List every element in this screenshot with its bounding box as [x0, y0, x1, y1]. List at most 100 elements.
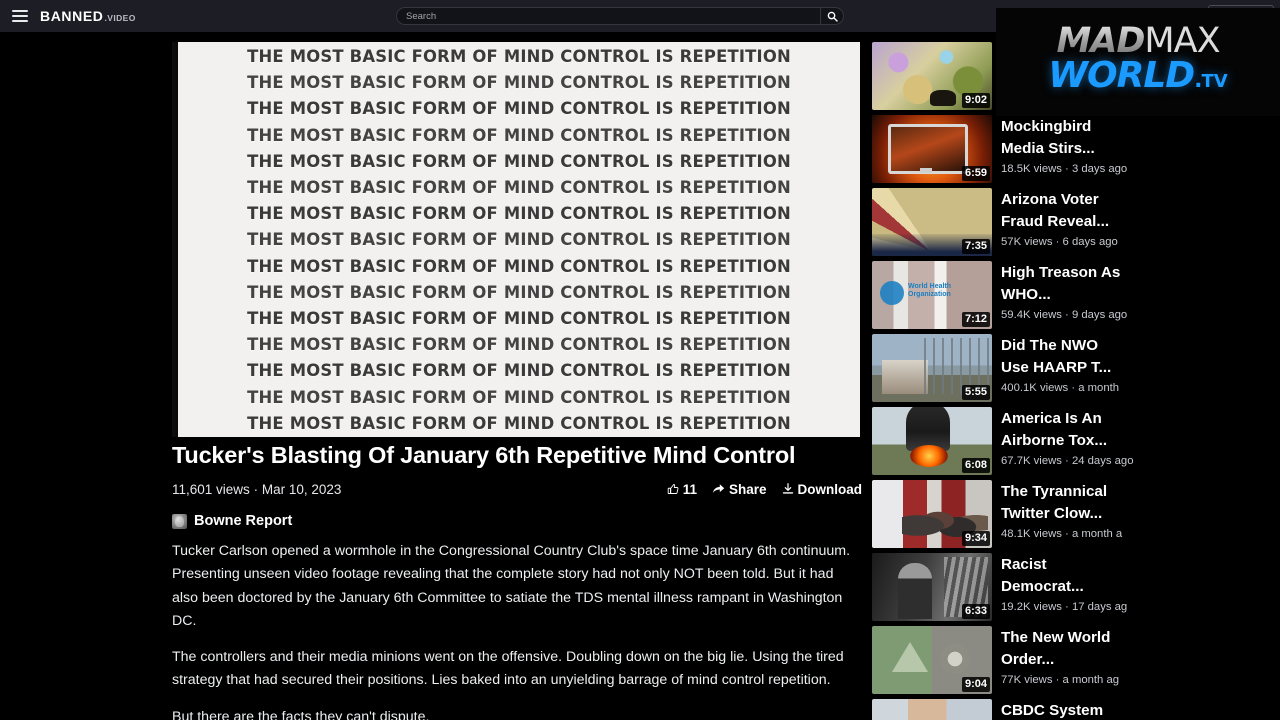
- video-title-link[interactable]: Did The NWO Use HAARP T...: [1001, 335, 1121, 378]
- madmax-world-ad-overlay[interactable]: MADMAX WORLD.TV: [996, 8, 1280, 116]
- video-title: Tucker's Blasting Of January 6th Repetit…: [172, 442, 796, 468]
- list-item[interactable]: 7:35 Arizona Voter Fraud Reveal... 57K vie…: [872, 186, 1280, 259]
- video-thumbnail[interactable]: 9:34: [872, 480, 992, 548]
- meta-separator: ·: [253, 481, 259, 497]
- thumbs-up-icon: [667, 484, 679, 494]
- video-thumbnail[interactable]: 7:35: [872, 188, 992, 256]
- video-thumbnail[interactable]: 7:12: [872, 261, 992, 329]
- video-thumbnail[interactable]: 6:33: [872, 553, 992, 621]
- video-duration: 9:04: [961, 677, 990, 692]
- video-title-link[interactable]: High Treason As WHO...: [1001, 262, 1121, 305]
- video-meta-line: 77K views · a month ag: [1001, 674, 1120, 686]
- video-title-link[interactable]: The New World Order...: [1001, 627, 1121, 670]
- hamburger-menu-icon[interactable]: [12, 10, 28, 22]
- ad-logo-world: WORLD: [1048, 55, 1195, 96]
- video-text-line: THE MOST BASIC FORM OF MIND CONTROL IS R…: [247, 282, 791, 302]
- list-item[interactable]: 9:04 The New World Order... 77K views · a …: [872, 624, 1280, 697]
- video-duration: 9:02: [961, 93, 990, 108]
- video-text-line: THE MOST BASIC FORM OF MIND CONTROL IS R…: [247, 125, 791, 145]
- ad-logo-line-1: MADMAX: [1056, 23, 1220, 59]
- video-text-line: THE MOST BASIC FORM OF MIND CONTROL IS R…: [247, 230, 791, 250]
- video-text-line: THE MOST BASIC FORM OF MIND CONTROL IS R…: [247, 99, 791, 119]
- description-paragraph: Tucker Carlson opened a wormhole in the …: [172, 543, 851, 629]
- video-text-line: THE MOST BASIC FORM OF MIND CONTROL IS R…: [247, 151, 791, 171]
- channel-name: Bowne Report: [194, 513, 293, 529]
- video-thumbnail[interactable]: 9:04: [872, 626, 992, 694]
- video-text-line: THE MOST BASIC FORM OF MIND CONTROL IS R…: [247, 361, 791, 381]
- video-text-line: THE MOST BASIC FORM OF MIND CONTROL IS R…: [247, 204, 791, 224]
- video-player[interactable]: THE MOST BASIC FORM OF MIND CONTROL IS R…: [172, 42, 860, 437]
- video-title-link[interactable]: Mockingbird Media Stirs...: [1001, 116, 1121, 159]
- ad-logo-tv: TV: [1201, 71, 1228, 92]
- list-item[interactable]: 6:33 Racist Democrat... 19.2K views · 17 d…: [872, 551, 1280, 624]
- search-button[interactable]: [820, 7, 844, 25]
- video-duration: 6:59: [961, 166, 990, 181]
- video-meta-line: 400.1K views · a month: [1001, 382, 1120, 394]
- video-text-line: THE MOST BASIC FORM OF MIND CONTROL IS R…: [247, 387, 791, 407]
- video-description: Tucker Carlson opened a wormhole in the …: [172, 540, 862, 720]
- download-icon: [782, 483, 793, 494]
- video-thumbnail[interactable]: 6:08: [872, 407, 992, 475]
- list-item-text: The Tyrannical Twitter Clow... 48.1K view…: [1001, 480, 1280, 551]
- video-duration: 5:55: [961, 385, 990, 400]
- list-item[interactable]: CBDC System: [872, 697, 1280, 720]
- site-logo[interactable]: BANNED .VIDEO: [40, 8, 136, 24]
- download-button[interactable]: Download: [782, 481, 863, 497]
- video-text-line: THE MOST BASIC FORM OF MIND CONTROL IS R…: [247, 178, 791, 198]
- list-item[interactable]: 5:55 Did The NWO Use HAARP T... 400.1K vie…: [872, 332, 1280, 405]
- video-thumbnail[interactable]: 5:55: [872, 334, 992, 402]
- video-views-and-date: 11,601 views · Mar 10, 2023: [172, 482, 341, 497]
- video-meta-line: 19.2K views · 17 days ag: [1001, 601, 1128, 613]
- video-stats-row: 11,601 views · Mar 10, 2023 11 Share Dow…: [172, 479, 862, 499]
- list-item[interactable]: 6:59 Mockingbird Media Stirs... 18.5K view…: [872, 113, 1280, 186]
- video-actions: 11 Share Download: [667, 482, 862, 497]
- video-thumbnail[interactable]: 9:02: [872, 42, 992, 110]
- ad-logo-dot: .: [1194, 68, 1202, 93]
- list-item-text: Mockingbird Media Stirs... 18.5K views · …: [1001, 115, 1280, 186]
- video-text-line: THE MOST BASIC FORM OF MIND CONTROL IS R…: [247, 309, 791, 329]
- view-count: 11,601 views: [172, 481, 250, 497]
- video-meta-line: 67.7K views · 24 days ago: [1001, 455, 1134, 467]
- list-item-text: Racist Democrat... 19.2K views · 17 days …: [1001, 553, 1280, 624]
- video-title-link[interactable]: CBDC System: [1001, 700, 1121, 720]
- list-item[interactable]: 6:08 America Is An Airborne Tox... 67.7K v…: [872, 405, 1280, 478]
- video-meta-line: 59.4K views · 9 days ago: [1001, 309, 1128, 321]
- list-item-text: Did The NWO Use HAARP T... 400.1K views ·…: [1001, 334, 1280, 405]
- video-title-link[interactable]: The Tyrannical Twitter Clow...: [1001, 481, 1121, 524]
- list-item-text: America Is An Airborne Tox... 67.7K views…: [1001, 407, 1280, 478]
- video-duration: 6:33: [961, 604, 990, 619]
- list-item[interactable]: 9:34 The Tyrannical Twitter Clow... 48.1K …: [872, 478, 1280, 551]
- list-item-text: Arizona Voter Fraud Reveal... 57K views ·…: [1001, 188, 1280, 259]
- video-title-link[interactable]: Arizona Voter Fraud Reveal...: [1001, 189, 1121, 232]
- brand-suffix: .VIDEO: [104, 13, 136, 23]
- recommended-videos-list[interactable]: 9:02 6:59 Mockingbird Media Stirs... 18.5K …: [872, 40, 1280, 720]
- search-icon: [827, 11, 838, 22]
- list-item[interactable]: 7:12 High Treason As WHO... 59.4K views · …: [872, 259, 1280, 332]
- video-thumbnail[interactable]: [872, 699, 992, 720]
- description-paragraph: The controllers and their media minions …: [172, 649, 844, 689]
- video-frame: THE MOST BASIC FORM OF MIND CONTROL IS R…: [178, 42, 860, 437]
- video-title-link[interactable]: America Is An Airborne Tox...: [1001, 408, 1121, 451]
- video-duration: 6:08: [961, 458, 990, 473]
- search-input[interactable]: [396, 7, 820, 25]
- download-label: Download: [797, 481, 863, 497]
- video-title-link[interactable]: Racist Democrat...: [1001, 554, 1121, 597]
- like-button[interactable]: 11: [667, 482, 697, 497]
- video-text-line: THE MOST BASIC FORM OF MIND CONTROL IS R…: [247, 256, 791, 276]
- share-button[interactable]: Share: [712, 482, 767, 497]
- description-paragraph: But there are the facts they can't dispu…: [172, 708, 430, 720]
- video-meta-line: 18.5K views · 3 days ago: [1001, 163, 1128, 175]
- avatar: [172, 513, 187, 529]
- ad-logo-line-2: WORLD.TV: [1048, 57, 1227, 101]
- video-meta: Tucker's Blasting Of January 6th Repetit…: [172, 440, 862, 720]
- page-content: THE MOST BASIC FORM OF MIND CONTROL IS R…: [0, 32, 1280, 720]
- channel-row[interactable]: Bowne Report: [172, 513, 862, 529]
- share-arrow-icon: [712, 484, 725, 494]
- like-count: 11: [682, 481, 697, 497]
- video-text-line: THE MOST BASIC FORM OF MIND CONTROL IS R…: [247, 73, 791, 93]
- video-thumbnail[interactable]: 6:59: [872, 115, 992, 183]
- video-duration: 7:12: [961, 312, 990, 327]
- video-text-line: THE MOST BASIC FORM OF MIND CONTROL IS R…: [247, 47, 791, 66]
- list-item-text: High Treason As WHO... 59.4K views · 9 da…: [1001, 261, 1280, 332]
- list-item-text: The New World Order... 77K views · a mont…: [1001, 626, 1280, 697]
